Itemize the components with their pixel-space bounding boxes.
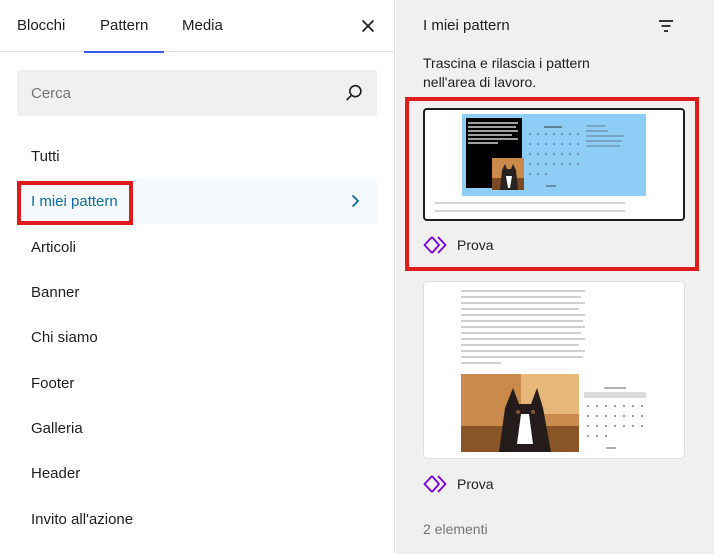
dog-photo <box>461 374 579 452</box>
preview-side-text <box>586 125 624 147</box>
category-call-to-action[interactable]: Invito all'azione <box>17 497 377 542</box>
pattern-explorer: I miei pattern Trascina e rilascia i pat… <box>396 0 714 554</box>
preview-cover-block <box>462 114 646 196</box>
search-box <box>17 70 377 116</box>
pattern-title[interactable]: Prova <box>423 233 494 257</box>
pattern-title[interactable]: Prova <box>423 472 494 496</box>
category-footer[interactable]: Footer <box>17 361 377 406</box>
panel-title: I miei pattern <box>423 17 510 34</box>
preview-paragraph <box>461 290 585 364</box>
tab-patterns[interactable]: Pattern <box>83 0 165 53</box>
inserter-tabs: Blocchi Pattern Media <box>0 0 395 53</box>
category-my-patterns[interactable]: I miei pattern <box>17 179 377 224</box>
preview-dark-block <box>466 118 524 190</box>
tab-media[interactable]: Media <box>182 0 223 52</box>
tab-blocks[interactable]: Blocchi <box>17 0 65 52</box>
category-label: I miei pattern <box>31 193 118 210</box>
pattern-preview[interactable] <box>423 281 685 459</box>
synced-pattern-icon <box>423 475 447 493</box>
category-articoli[interactable]: Articoli <box>17 225 377 270</box>
category-header[interactable]: Header <box>17 451 377 496</box>
category-banner[interactable]: Banner <box>17 270 377 315</box>
chevron-right-icon <box>351 194 360 208</box>
search-input[interactable] <box>17 70 337 116</box>
results-count: 2 elementi <box>423 521 488 537</box>
synced-pattern-icon <box>423 236 447 254</box>
pattern-name: Prova <box>457 237 494 253</box>
category-chi-siamo[interactable]: Chi siamo <box>17 315 377 360</box>
close-icon[interactable] <box>356 14 380 38</box>
preview-calendar <box>529 126 579 187</box>
preview-text-lines <box>468 122 518 144</box>
category-galleria[interactable]: Galleria <box>17 406 377 451</box>
preview-paragraph <box>435 202 625 212</box>
dog-photo <box>492 158 524 190</box>
pattern-preview[interactable] <box>423 108 685 221</box>
preview-calendar <box>584 387 646 449</box>
category-tutti[interactable]: Tutti <box>17 134 377 179</box>
drag-hint: Trascina e rilascia i pattern nell'area … <box>423 55 590 90</box>
filter-icon[interactable] <box>655 15 677 37</box>
pattern-name: Prova <box>457 476 494 492</box>
search-icon[interactable] <box>343 82 365 104</box>
inserter-panel: Blocchi Pattern Media Tutti I miei patte… <box>0 0 395 554</box>
